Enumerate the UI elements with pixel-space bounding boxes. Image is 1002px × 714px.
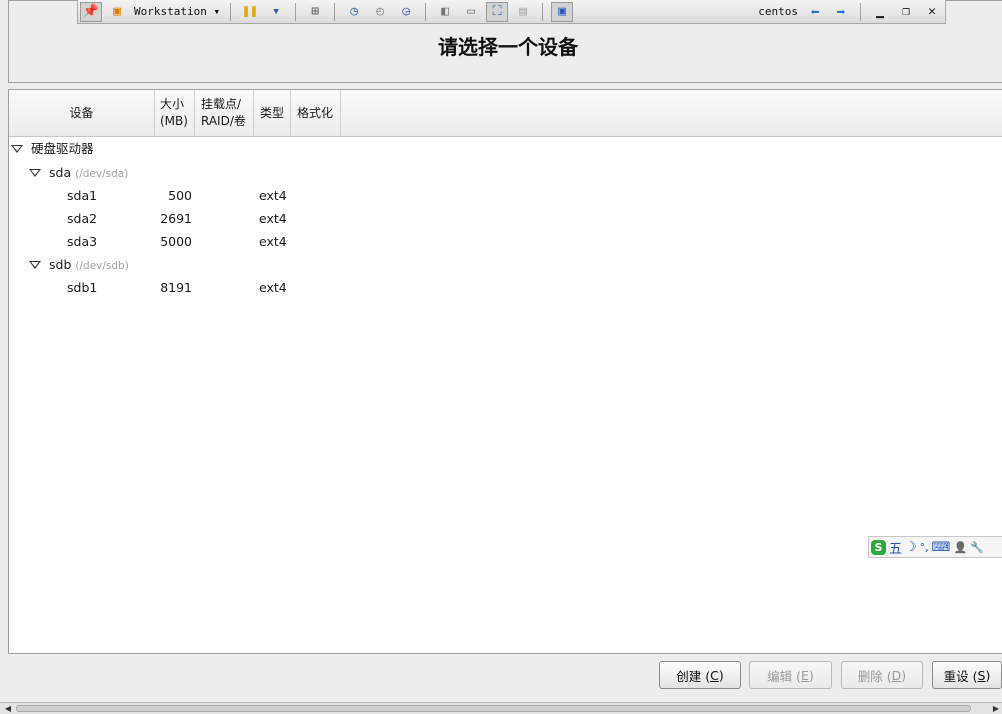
reset-button[interactable]: 重设 (S) (932, 661, 1002, 689)
tree-disk-sdb[interactable]: sdb (/dev/sdb) (9, 253, 309, 276)
partition-size: 500 (168, 188, 192, 203)
vm-name: centos (758, 5, 798, 18)
partition-name: sda3 (67, 234, 98, 249)
column-format[interactable]: 格式化 (291, 90, 341, 136)
create-button[interactable]: 创建 (C) (659, 661, 741, 689)
expander-icon[interactable] (29, 261, 41, 269)
toolbar-separator (860, 2, 861, 21)
sidebar-view-icon[interactable]: ◧ (434, 2, 456, 22)
pause-icon[interactable]: ❚❚ (239, 2, 261, 22)
toolbar-separator (334, 2, 336, 21)
vmware-logo-icon[interactable]: ▣ (106, 2, 128, 22)
group-label: 硬盘驱动器 (31, 141, 94, 156)
disk-name: sdb (49, 257, 72, 272)
disk-path: (/dev/sdb) (75, 260, 129, 272)
delete-button[interactable]: 删除 (D) (841, 661, 923, 689)
toolbar-separator (542, 2, 544, 21)
partition-name: sda2 (67, 211, 98, 226)
horizontal-scrollbar[interactable]: ◀ ▶ (0, 702, 1002, 714)
partition-name: sdb1 (67, 280, 98, 295)
device-tree-panel[interactable]: 设备 大小 (MB) 挂载点/ RAID/卷 类型 格式化 硬盘驱动器 sda(… (8, 89, 1002, 654)
table-row[interactable]: sda3 5000 ext4 (9, 230, 999, 253)
table-row[interactable]: sda1 500 ext4 (9, 184, 999, 207)
ime-status-bar[interactable]: S 五 ☽ °, ⌨ 👤 🔧 (868, 536, 1002, 558)
pin-icon[interactable]: 📌 (80, 1, 102, 22)
partition-size: 5000 (160, 234, 192, 249)
vmware-toolbar: 📌 ▣ Workstation ▾ ❚❚ ▼ ⊞ ◷ ◴ ◶ ◧ ▭ ⛶ ▤ ▣… (77, 0, 946, 24)
snapshot-manager-icon[interactable]: ◶ (395, 2, 417, 22)
scroll-right-icon[interactable]: ▶ (990, 703, 1002, 714)
tool-icon[interactable]: 🔧 (970, 541, 984, 554)
expander-icon[interactable] (29, 169, 41, 177)
column-size[interactable]: 大小 (MB) (155, 90, 195, 136)
scroll-thumb[interactable] (16, 705, 971, 712)
minimize-icon[interactable]: ▁ (869, 2, 891, 22)
column-header: 设备 大小 (MB) 挂载点/ RAID/卷 类型 格式化 (9, 90, 1002, 137)
partition-size: 8191 (160, 280, 192, 295)
sogou-logo-icon[interactable]: S (871, 539, 886, 555)
toolbar-separator (230, 2, 232, 21)
partition-name: sda1 (67, 188, 98, 203)
fullscreen-icon[interactable]: ⛶ (486, 1, 509, 22)
partition-size: 2691 (160, 211, 192, 226)
ime-mode[interactable]: 五 (889, 538, 902, 557)
table-row[interactable]: sda2 2691 ext4 (9, 207, 999, 230)
unity-icon[interactable]: ▤ (512, 2, 534, 22)
user-icon[interactable]: 👤 (953, 541, 967, 554)
send-ctrl-alt-del-icon[interactable]: ⊞ (304, 2, 326, 22)
workstation-menu[interactable]: Workstation ▾ (130, 5, 224, 18)
forward-arrow-icon[interactable]: ➡ (830, 2, 852, 22)
toolbar-separator (295, 2, 297, 21)
partition-type: ext4 (259, 188, 287, 203)
column-mount[interactable]: 挂载点/ RAID/卷 (195, 90, 254, 136)
toolbar-separator (425, 2, 427, 21)
punctuation-icon[interactable]: °, (920, 541, 929, 554)
disk-name: sda (49, 165, 72, 180)
console-view-icon[interactable]: ▭ (460, 2, 482, 22)
moon-icon[interactable]: ☽ (905, 540, 917, 555)
snapshot-take-icon[interactable]: ◷ (343, 2, 365, 22)
partition-type: ext4 (259, 211, 287, 226)
tree-disk-sda[interactable]: sda (/dev/sda) (9, 161, 309, 184)
column-type[interactable]: 类型 (254, 90, 291, 136)
monitor-icon[interactable]: ▣ (551, 1, 574, 22)
snapshot-revert-icon[interactable]: ◴ (369, 2, 391, 22)
edit-button[interactable]: 编辑 (E) (749, 661, 832, 689)
partition-type: ext4 (259, 280, 287, 295)
pause-dropdown-icon[interactable]: ▼ (265, 2, 287, 22)
tree-group-hard-drives[interactable]: 硬盘驱动器 (9, 137, 309, 160)
expander-icon[interactable] (11, 145, 23, 153)
keyboard-icon[interactable]: ⌨ (932, 540, 951, 555)
table-row[interactable]: sdb1 8191 ext4 (9, 276, 999, 299)
back-arrow-icon[interactable]: ⬅ (804, 2, 826, 22)
disk-path: (/dev/sda) (75, 168, 129, 180)
close-icon[interactable]: ✕ (921, 2, 943, 22)
partition-type: ext4 (259, 234, 287, 249)
column-device[interactable]: 设备 (9, 90, 155, 136)
restore-icon[interactable]: ❐ (895, 2, 917, 22)
page-title: 请选择一个设备 (438, 35, 578, 59)
scroll-left-icon[interactable]: ◀ (2, 703, 14, 714)
